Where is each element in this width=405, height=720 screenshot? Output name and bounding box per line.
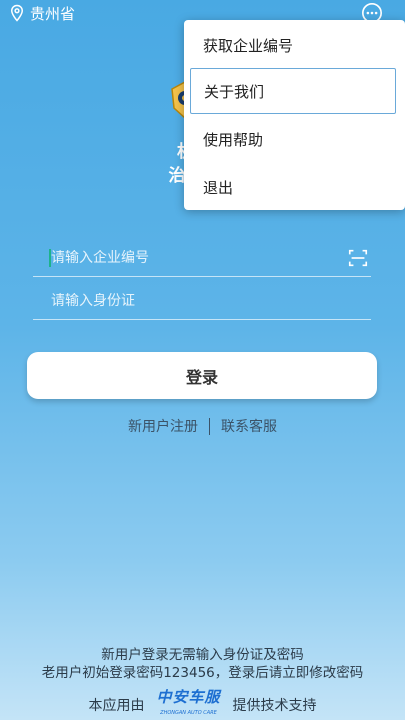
powered-suffix: 提供技术支持 (232, 698, 317, 714)
menu-item-about-us[interactable]: 关于我们 (190, 68, 396, 114)
brand-subtitle: ZHONGAN AUTO CARE (160, 710, 217, 716)
contact-support-link[interactable]: 联系客服 (221, 416, 277, 436)
footer-note-old-user: 老用户初始登录密码123456，登录后请立即修改密码 (41, 665, 364, 681)
brand-logo: 中安车服 ZHONGAN AUTO CARE (156, 689, 220, 720)
register-link[interactable]: 新用户注册 (128, 416, 198, 436)
options-menu: 获取企业编号 关于我们 使用帮助 退出 (184, 20, 405, 210)
menu-item-logout[interactable]: 退出 (190, 164, 396, 210)
location-pin-icon (10, 4, 24, 22)
id-card-field[interactable] (33, 282, 371, 320)
text-cursor (49, 249, 51, 267)
auth-links: 新用户注册 联系客服 (0, 416, 405, 436)
id-card-input[interactable] (33, 292, 323, 309)
link-divider (209, 417, 210, 435)
company-number-input[interactable] (33, 249, 323, 266)
scan-icon[interactable] (347, 247, 369, 269)
location-label[interactable]: 贵州省 (30, 3, 75, 24)
footer-note-new-user: 新用户登录无需输入身份证及密码 (101, 647, 304, 663)
company-number-field[interactable] (33, 239, 371, 277)
menu-item-get-company-number[interactable]: 获取企业编号 (190, 22, 396, 68)
login-button[interactable]: 登录 (27, 352, 377, 399)
brand-name: 中安车服 (156, 688, 221, 706)
powered-prefix: 本应用由 (88, 698, 145, 714)
powered-by: 本应用由 中安车服 ZHONGAN AUTO CARE 提供技术支持 (0, 689, 405, 720)
menu-item-help[interactable]: 使用帮助 (190, 116, 396, 162)
